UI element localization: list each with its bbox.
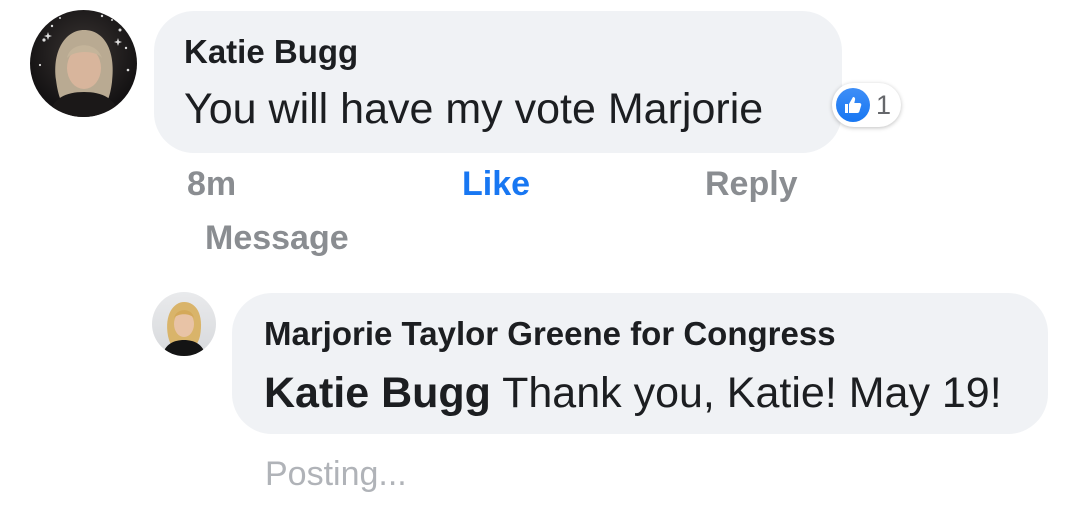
avatar-mtg-image bbox=[162, 302, 206, 356]
reply-author-name[interactable]: Marjorie Taylor Greene for Congress bbox=[264, 315, 836, 353]
comment-thread: Katie Bugg You will have my vote Marjori… bbox=[0, 0, 1080, 525]
comment-text: You will have my vote Marjorie bbox=[184, 85, 764, 133]
comment-timestamp: 8m bbox=[187, 165, 237, 203]
avatar-katie-bugg[interactable] bbox=[30, 10, 137, 117]
reply-mention[interactable]: Katie Bugg bbox=[264, 369, 491, 417]
reaction-summary[interactable]: 1 bbox=[832, 83, 902, 127]
reply-text: Thank you, Katie! May 19! bbox=[502, 369, 1002, 417]
like-button[interactable]: Like bbox=[462, 165, 530, 204]
avatar-katie-image bbox=[38, 14, 130, 117]
posting-status: Posting... bbox=[265, 455, 407, 493]
comment-bubble: Katie Bugg You will have my vote Marjori… bbox=[154, 11, 842, 153]
reaction-count: 1 bbox=[876, 89, 892, 120]
reply-button[interactable]: Reply bbox=[705, 165, 798, 204]
reply-bubble: Marjorie Taylor Greene for Congress Kati… bbox=[232, 293, 1048, 434]
avatar-marjorie-taylor-greene[interactable] bbox=[152, 292, 216, 356]
comment-author-name[interactable]: Katie Bugg bbox=[184, 33, 358, 71]
thumbs-up-icon bbox=[836, 88, 870, 122]
reply-text-line: Katie Bugg Thank you, Katie! May 19! bbox=[264, 369, 1002, 418]
message-button[interactable]: Message bbox=[205, 219, 349, 258]
